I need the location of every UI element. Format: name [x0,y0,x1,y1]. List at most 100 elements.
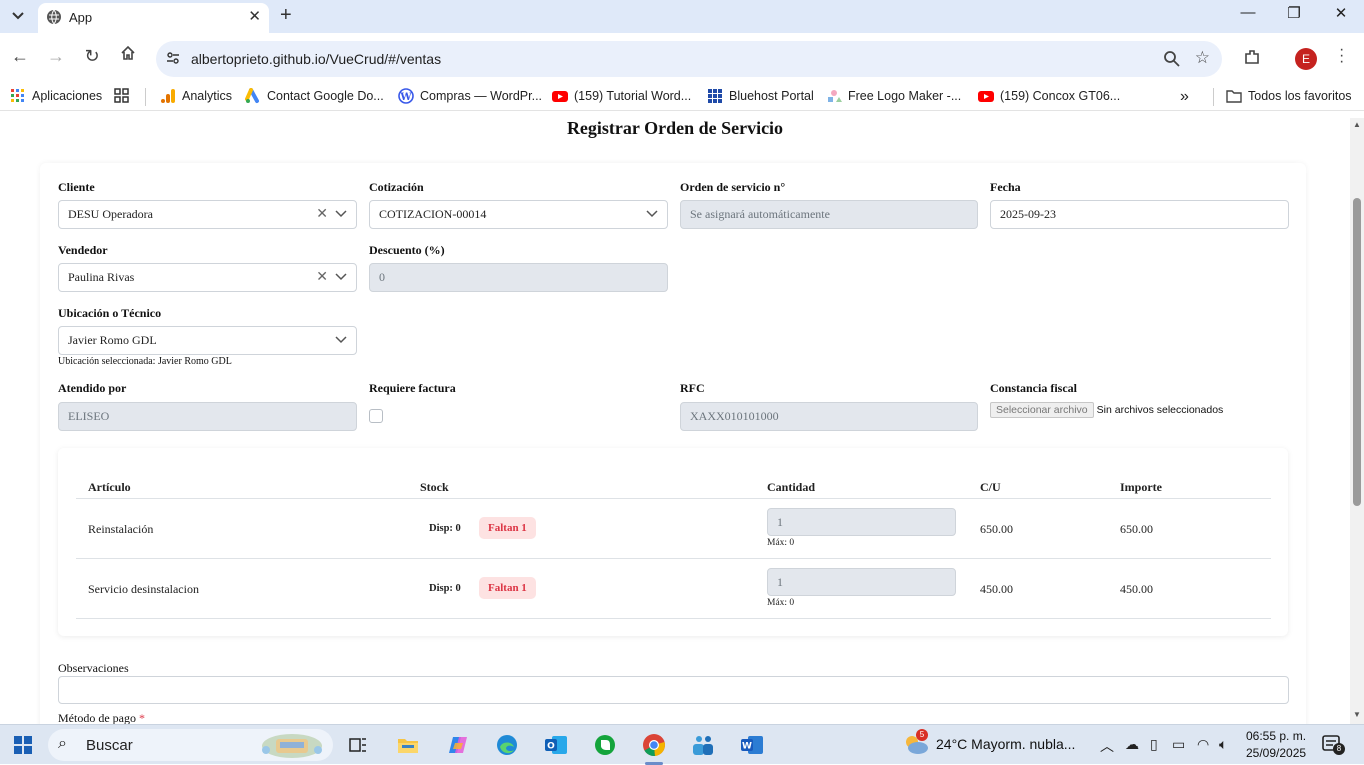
scroll-down-icon[interactable]: ▼ [1353,710,1361,719]
all-bookmarks-button[interactable]: Todos los favoritos [1226,88,1352,104]
chevron-down-icon[interactable] [335,273,347,281]
bookmark-item[interactable]: W Compras — WordPr... [398,88,542,104]
task-view-icon[interactable] [343,725,373,765]
search-icon: ⌕ [58,735,67,752]
bookmark-item[interactable]: Free Logo Maker -... [826,88,961,104]
svg-text:W: W [399,92,412,103]
constancia-file-input[interactable]: Seleccionar archivo Sin archivos seleccio… [990,402,1223,418]
bookmark-label: Free Logo Maker -... [848,89,962,103]
page-scrollbar[interactable]: ▲ ▼ [1350,118,1364,724]
cotizacion-value: COTIZACION-00014 [379,207,487,221]
scrollbar-thumb[interactable] [1353,198,1361,506]
bookmark-item[interactable]: Bluehost Portal [707,88,814,104]
bookmark-label: Contact Google Do... [267,89,384,103]
scroll-up-icon[interactable]: ▲ [1353,120,1361,129]
volume-icon[interactable]: 🔈︎ [1219,736,1227,753]
word-icon[interactable]: W [737,725,767,765]
page-title: Registrar Orden de Servicio [566,118,784,138]
ubicacion-value: Javier Romo GDL [68,333,157,347]
bookmark-item[interactable]: (159) Concox GT06... [978,88,1120,104]
evernote-icon[interactable] [590,725,620,765]
vendedor-select[interactable]: Paulina Rivas ✕ [58,263,357,292]
extensions-icon[interactable] [1243,48,1261,66]
browser-tab[interactable]: App ✕ [38,3,269,33]
zoom-icon[interactable] [1163,50,1180,67]
tab-search-button[interactable] [6,5,30,27]
observaciones-label: Observaciones [58,661,129,675]
teams-icon[interactable] [688,725,718,765]
row-divider [76,498,1271,499]
outlook-icon[interactable]: O [541,725,571,765]
site-info-icon[interactable] [165,50,181,66]
clear-icon[interactable]: ✕ [316,201,328,228]
column-header-articulo: Artículo [88,480,131,494]
youtube-icon [978,91,994,102]
battery-icon[interactable]: ▭ [1172,736,1185,753]
observaciones-input[interactable] [58,676,1289,704]
youtube-icon [552,91,568,102]
bookmark-star-icon[interactable]: ☆ [1195,48,1210,68]
bookmarks-overflow-icon[interactable]: » [1180,88,1189,106]
restore-button[interactable]: ❐ [1271,4,1317,22]
reload-icon[interactable]: ↻ [80,46,104,67]
bookmark-label: Aplicaciones [32,89,103,103]
cell-articulo: Servicio desinstalacion [88,582,199,596]
forward-icon[interactable]: → [44,46,68,67]
fecha-label: Fecha [990,180,1021,194]
cotizacion-label: Cotización [369,180,424,194]
file-explorer-icon[interactable] [393,725,423,765]
bookmark-item[interactable]: Aplicaciones [10,88,102,104]
clear-icon[interactable]: ✕ [316,264,328,291]
cotizacion-select[interactable]: COTIZACION-00014 [369,200,668,229]
notifications-icon[interactable]: 8 [1322,734,1345,757]
windows-logo-icon [14,736,32,754]
tab-close-icon[interactable]: ✕ [248,7,261,25]
new-tab-button[interactable]: + [280,4,292,27]
home-icon[interactable] [116,45,140,66]
edge-icon[interactable] [492,725,522,765]
fecha-input[interactable]: 2025-09-23 [990,200,1289,229]
more-menu-icon[interactable]: · · · [1339,42,1344,70]
cliente-label: Cliente [58,180,95,194]
select-file-button[interactable]: Seleccionar archivo [990,402,1094,418]
orden-label: Orden de servicio n° [680,180,786,194]
ubicacion-select[interactable]: Javier Romo GDL [58,326,357,355]
bookmark-label: Analytics [182,89,233,103]
start-button[interactable] [8,725,38,765]
bookmark-item[interactable] [114,88,130,104]
close-window-button[interactable]: ✕ [1318,4,1364,22]
copilot-icon[interactable] [443,725,473,765]
notification-count: 8 [1333,743,1345,755]
bookmark-item[interactable]: (159) Tutorial Word... [552,88,691,104]
factura-checkbox[interactable] [369,409,383,423]
chevron-down-icon[interactable] [335,336,347,344]
address-bar[interactable]: albertoprieto.github.io/VueCrud/#/ventas… [156,41,1222,77]
ubicacion-label: Ubicación o Técnico [58,306,162,320]
chevron-down-icon[interactable] [646,210,658,218]
weather-widget[interactable]: 5 24°C Mayorm. nubla... [902,729,1075,755]
back-icon[interactable]: ← [8,46,32,67]
cliente-value: DESU Operadora [68,207,153,221]
cliente-select[interactable]: DESU Operadora ✕ [58,200,357,229]
descuento-label: Descuento (%) [369,243,445,257]
bookmark-item[interactable]: Contact Google Do... [245,88,384,104]
bookmark-item[interactable]: Analytics [160,88,232,104]
column-header-importe: Importe [1120,480,1162,494]
analytics-icon [161,89,175,103]
phone-link-icon[interactable]: ▯ [1150,736,1158,753]
wifi-icon[interactable]: ◠ [1197,736,1209,753]
chevron-down-icon[interactable] [335,210,347,218]
metodo-pago-text: Método de pago [58,711,136,724]
windows-taskbar: ⌕ Buscar O W 5 24°C Mayorm. nubla... ︿ ☁… [0,724,1364,765]
constancia-label: Constancia fiscal [990,381,1077,395]
minimize-button[interactable]: — [1225,4,1271,21]
bookmark-label: Bluehost Portal [729,89,814,103]
profile-avatar[interactable]: E [1295,48,1317,70]
cloud-icon[interactable]: ☁ [1125,736,1139,753]
show-hidden-icons[interactable]: ︿ [1100,736,1114,756]
bookmark-label: (159) Tutorial Word... [574,89,692,103]
system-clock[interactable]: 06:55 p. m. 25/09/2025 [1246,728,1306,762]
taskbar-search[interactable]: ⌕ Buscar [48,729,333,761]
chrome-icon[interactable] [639,725,669,765]
descuento-field: 0 [369,263,668,292]
